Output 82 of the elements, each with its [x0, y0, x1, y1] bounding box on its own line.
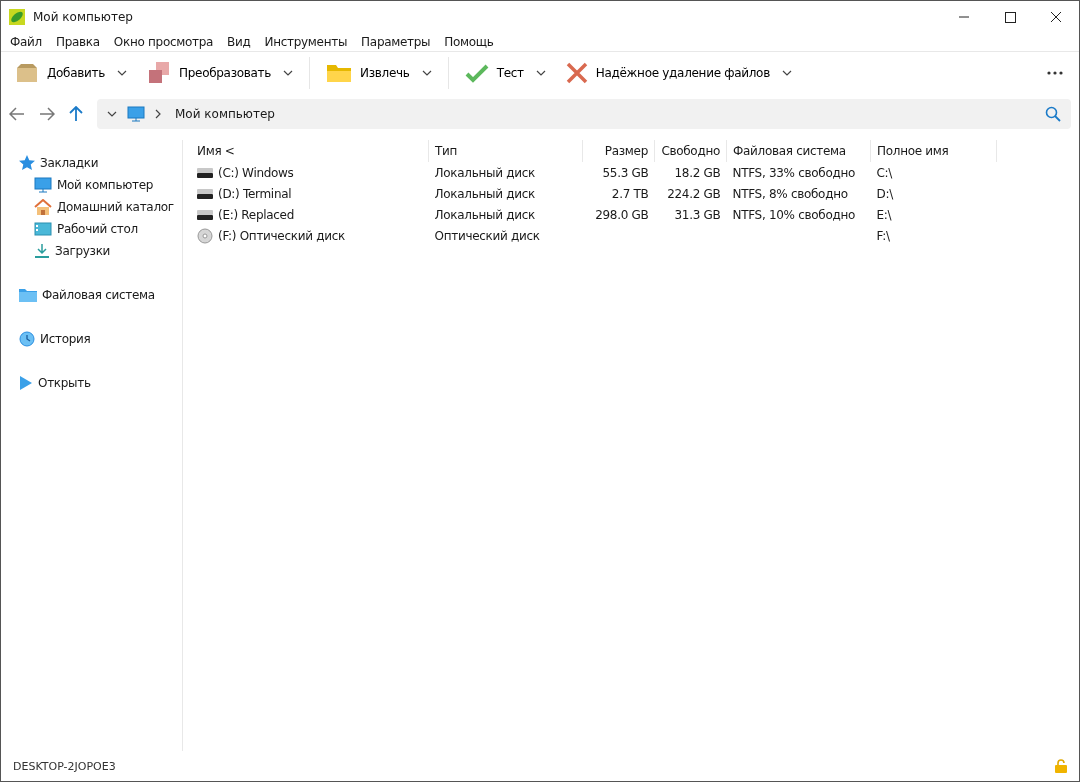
table-cell: NTFS, 10% свободно	[732, 207, 856, 222]
chevron-down-icon[interactable]	[107, 111, 117, 117]
sidebar-item[interactable]: Закладки	[1, 152, 182, 174]
folder-icon	[326, 63, 353, 83]
forward-arrow-icon[interactable]	[39, 107, 55, 121]
back-arrow-icon[interactable]	[9, 107, 25, 121]
house-icon	[34, 199, 52, 215]
toolbar-button[interactable]: Извлечь	[322, 56, 414, 90]
sidebar-item[interactable]: Файловая система	[1, 284, 182, 306]
table-cell: NTFS, 33% свободно	[732, 165, 856, 180]
table-cell: Локальный диск	[434, 207, 535, 222]
drive-icon	[197, 166, 213, 179]
column-header[interactable]: Тип	[428, 140, 583, 162]
address-path[interactable]: Мой компьютер	[175, 107, 275, 121]
drive-icon	[197, 187, 213, 200]
sidebar-item[interactable]: История	[1, 328, 182, 350]
table-cell: Локальный диск	[434, 165, 535, 180]
table-cell: 224.2 GB	[667, 186, 721, 201]
drive-icon	[197, 208, 213, 221]
menu-item[interactable]: Параметры	[354, 34, 438, 49]
table-cell: Оптический диск	[434, 228, 540, 243]
menu-item[interactable]: Помощь	[437, 34, 501, 49]
computer-name: DESKTOP-2JOPOE3	[13, 759, 116, 773]
box-icon	[15, 63, 39, 83]
table-cell[interactable]: (D:) Terminal	[218, 186, 292, 201]
up-arrow-icon[interactable]	[69, 106, 83, 122]
menu-item[interactable]: Инструменты	[257, 34, 355, 49]
checkmark-icon	[464, 63, 489, 83]
menu-item[interactable]: Вид	[220, 34, 258, 49]
table-cell: 298.0 GB	[595, 207, 649, 222]
sidebar-item[interactable]: Рабочий стол	[1, 218, 182, 240]
desktop-icon	[34, 222, 52, 236]
squares-icon	[147, 61, 171, 85]
chevron-down-icon[interactable]	[421, 70, 432, 76]
toolbar-button[interactable]: Добавить	[11, 56, 109, 90]
toolbar-button[interactable]: Надёжное удаление файлов	[561, 56, 774, 90]
table-cell: Локальный диск	[434, 186, 535, 201]
column-header[interactable]: Полное имя	[870, 140, 997, 162]
column-header[interactable]: Размер	[582, 140, 655, 162]
toolbar-button[interactable]: Преобразовать	[143, 56, 276, 90]
table-cell[interactable]: (E:) Replaced	[218, 207, 294, 222]
star-icon	[19, 155, 35, 171]
table-cell[interactable]: (C:) Windows	[218, 165, 294, 180]
table-cell: 55.3 GB	[602, 165, 649, 180]
folder-icon	[19, 288, 37, 302]
table-cell: 18.2 GB	[674, 165, 721, 180]
more-icon[interactable]	[1047, 71, 1063, 75]
column-header[interactable]: Файловая система	[726, 140, 871, 162]
table-cell: 31.3 GB	[674, 207, 721, 222]
window-title: Мой компьютер	[33, 9, 133, 24]
column-header[interactable]: Имя <	[191, 140, 429, 162]
table-cell: E:\	[876, 207, 892, 222]
table-cell[interactable]: (F:) Оптический диск	[218, 228, 345, 243]
sidebar-item[interactable]: Мой компьютер	[1, 174, 182, 196]
sidebar-item[interactable]: Домашний каталог	[1, 196, 182, 218]
chevron-down-icon[interactable]	[283, 70, 294, 76]
table-cell: 2.7 TB	[611, 186, 649, 201]
monitor-icon	[34, 177, 52, 193]
chevron-right-icon	[155, 109, 161, 119]
monitor-icon	[127, 106, 145, 122]
chevron-down-icon[interactable]	[535, 70, 546, 76]
column-header[interactable]: Свободно	[654, 140, 727, 162]
table-cell: D:\	[876, 186, 893, 201]
menu-item[interactable]: Файл	[3, 34, 49, 49]
sidebar-item[interactable]: Открыть	[1, 372, 182, 394]
table-cell: F:\	[876, 228, 890, 243]
play-icon	[19, 375, 33, 391]
cross-icon	[565, 62, 588, 84]
sidebar-item[interactable]: Загрузки	[1, 240, 182, 262]
table-cell: C:\	[876, 165, 893, 180]
app-logo-icon	[9, 8, 25, 25]
clock-icon	[19, 331, 35, 347]
menu-item[interactable]: Правка	[48, 34, 107, 49]
download-icon	[34, 243, 50, 259]
chevron-down-icon[interactable]	[781, 70, 792, 76]
toolbar-button[interactable]: Тест	[460, 56, 528, 90]
search-icon[interactable]	[1045, 106, 1061, 122]
disc-icon	[197, 227, 213, 244]
address-bar[interactable]: Мой компьютер	[97, 99, 1071, 129]
table-cell: NTFS, 8% свободно	[732, 186, 848, 201]
menu-item[interactable]: Окно просмотра	[106, 34, 221, 49]
chevron-down-icon[interactable]	[117, 70, 127, 76]
